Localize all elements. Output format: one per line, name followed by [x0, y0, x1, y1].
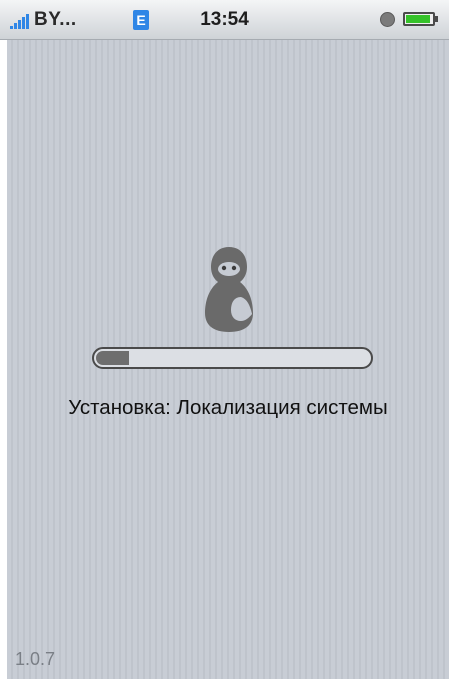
battery-icon — [403, 12, 435, 26]
matryoshka-logo-icon — [205, 247, 253, 332]
clock-icon — [380, 12, 395, 27]
status-bar: BY... E 13:54 — [0, 0, 449, 40]
app-version: 1.0.7 — [15, 649, 56, 669]
battery-level — [406, 15, 430, 23]
battery-tip — [435, 16, 438, 22]
installer-screen: BY... E 13:54 Установка: Локализация сис… — [0, 0, 449, 679]
install-progress-fill — [96, 351, 129, 365]
install-progress-view: Установка: Локализация системы 1.0.7 — [7, 40, 449, 679]
install-status-text: Установка: Локализация системы — [68, 396, 388, 419]
install-progress-bar — [92, 347, 373, 369]
